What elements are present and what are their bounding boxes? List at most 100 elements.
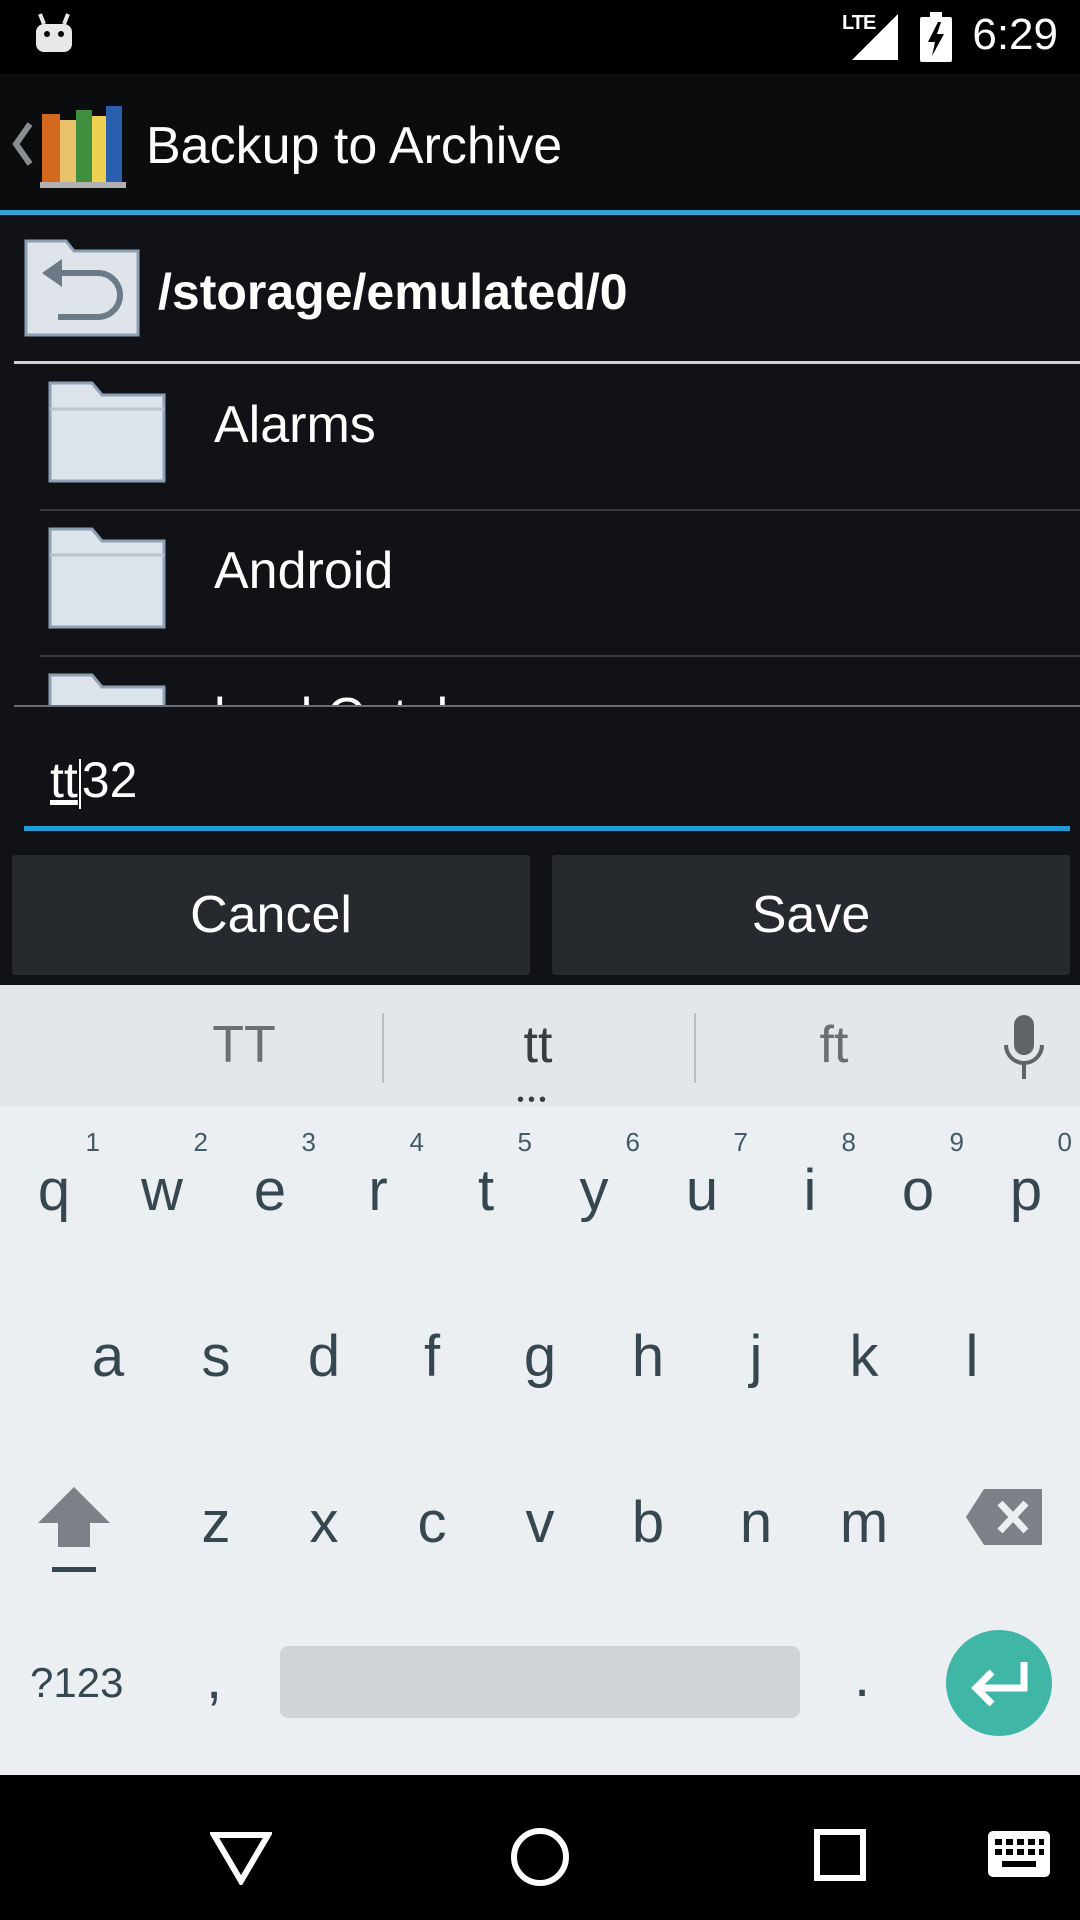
app-books-icon[interactable] xyxy=(40,100,126,188)
soft-keyboard: TT tt ••• ft 1q 2w 3e 4r 5t 6y 7u 8i 9o … xyxy=(0,985,1080,1775)
suggestion-2[interactable]: tt xyxy=(438,1015,638,1075)
key-hint: 8 xyxy=(841,1127,856,1157)
folder-name: Alarms xyxy=(214,396,376,454)
cancel-button[interactable]: Cancel xyxy=(12,855,530,975)
key-i[interactable]: 8i xyxy=(756,1107,864,1257)
key-hint: 3 xyxy=(301,1127,316,1157)
page-title: Backup to Archive xyxy=(146,117,563,175)
key-h[interactable]: h xyxy=(594,1273,702,1423)
android-debug-icon xyxy=(36,13,72,52)
key-o[interactable]: 9o xyxy=(864,1107,972,1257)
key-hint: 5 xyxy=(517,1127,532,1157)
key-hint: 0 xyxy=(1057,1127,1072,1157)
key-j[interactable]: j xyxy=(702,1273,810,1423)
folder-icon xyxy=(48,527,166,629)
key-z[interactable]: z xyxy=(162,1439,270,1589)
key-label: v xyxy=(525,1490,555,1555)
save-button[interactable]: Save xyxy=(552,855,1070,975)
file-list[interactable]: Alarms Android bookCatalogue xyxy=(0,365,1080,705)
path-underline xyxy=(14,361,1080,364)
key-label: z xyxy=(201,1490,231,1555)
suggestion-divider xyxy=(694,1013,696,1083)
key-label: f xyxy=(423,1324,441,1389)
key-label: b xyxy=(631,1490,665,1555)
microphone-icon[interactable] xyxy=(1002,1015,1046,1085)
filename-input[interactable]: tt32 xyxy=(24,735,1070,831)
status-bar: LTE 6:29 xyxy=(0,0,1080,74)
keyboard-switch-icon[interactable] xyxy=(988,1831,1050,1877)
key-label: j xyxy=(749,1324,763,1389)
key-c[interactable]: c xyxy=(378,1439,486,1589)
key-q[interactable]: 1q xyxy=(0,1107,108,1257)
key-label: h xyxy=(631,1324,665,1389)
folder-name: bookCatalogue xyxy=(214,687,564,705)
key-label: r xyxy=(368,1158,388,1223)
key-label: i xyxy=(803,1158,817,1223)
key-label: y xyxy=(579,1158,609,1223)
clock: 6:29 xyxy=(972,10,1058,59)
key-d[interactable]: d xyxy=(270,1273,378,1423)
key-u[interactable]: 7u xyxy=(648,1107,756,1257)
file-dialog: /storage/emulated/0 Alarms Android bookC… xyxy=(0,215,1080,985)
shift-icon[interactable] xyxy=(36,1485,112,1577)
key-label: x xyxy=(309,1490,339,1555)
back-icon[interactable] xyxy=(12,122,34,166)
key-label: e xyxy=(253,1158,287,1223)
key-v[interactable]: v xyxy=(486,1439,594,1589)
suggestion-strip: TT tt ••• ft xyxy=(0,985,1080,1111)
backspace-icon[interactable] xyxy=(966,1489,1042,1545)
key-label: u xyxy=(685,1158,719,1223)
symbols-key[interactable]: ?123 xyxy=(30,1659,123,1707)
navigation-bar xyxy=(0,1775,1080,1920)
enter-key[interactable] xyxy=(946,1630,1052,1736)
key-k[interactable]: k xyxy=(810,1273,918,1423)
list-item[interactable]: Android xyxy=(40,511,1080,657)
key-y[interactable]: 6y xyxy=(540,1107,648,1257)
space-key[interactable] xyxy=(280,1646,800,1718)
folder-name: Android xyxy=(214,542,394,600)
key-hint: 7 xyxy=(733,1127,748,1157)
key-b[interactable]: b xyxy=(594,1439,702,1589)
key-label: m xyxy=(839,1490,889,1555)
key-p[interactable]: 0p xyxy=(972,1107,1080,1257)
key-g[interactable]: g xyxy=(486,1273,594,1423)
key-x[interactable]: x xyxy=(270,1439,378,1589)
key-n[interactable]: n xyxy=(702,1439,810,1589)
after-cursor-text: 32 xyxy=(81,752,138,808)
parent-folder-icon[interactable] xyxy=(24,233,142,337)
key-label: n xyxy=(739,1490,773,1555)
recents-nav-icon[interactable] xyxy=(814,1829,866,1881)
key-l[interactable]: l xyxy=(918,1273,1026,1423)
key-label: o xyxy=(901,1158,935,1223)
list-item[interactable]: bookCatalogue xyxy=(40,657,1080,705)
suggestion-3[interactable]: ft xyxy=(734,1015,934,1075)
key-e[interactable]: 3e xyxy=(216,1107,324,1257)
key-m[interactable]: m xyxy=(810,1439,918,1589)
list-item[interactable]: Alarms xyxy=(40,365,1080,511)
key-w[interactable]: 2w xyxy=(108,1107,216,1257)
key-label: q xyxy=(37,1158,71,1223)
key-f[interactable]: f xyxy=(378,1273,486,1423)
current-path: /storage/emulated/0 xyxy=(158,264,628,320)
key-s[interactable]: s xyxy=(162,1273,270,1423)
key-label: g xyxy=(523,1324,557,1389)
battery-charging-icon xyxy=(920,12,952,62)
key-r[interactable]: 4r xyxy=(324,1107,432,1257)
comma-key[interactable]: , xyxy=(206,1645,222,1712)
filename-value[interactable]: tt32 xyxy=(50,751,137,809)
action-bar: Backup to Archive xyxy=(0,74,1080,212)
suggestion-divider xyxy=(382,1013,384,1083)
key-t[interactable]: 5t xyxy=(432,1107,540,1257)
key-label: s xyxy=(201,1324,231,1389)
composing-text: tt xyxy=(50,752,78,808)
enter-icon xyxy=(971,1662,1028,1706)
key-hint: 1 xyxy=(85,1127,100,1157)
home-nav-icon[interactable] xyxy=(510,1827,570,1887)
key-label: w xyxy=(141,1158,183,1223)
list-bottom-divider xyxy=(14,705,1080,707)
period-key[interactable]: . xyxy=(854,1643,870,1710)
suggestion-1[interactable]: TT xyxy=(144,1015,344,1075)
key-a[interactable]: a xyxy=(54,1273,162,1423)
key-label: d xyxy=(307,1324,341,1389)
back-nav-icon[interactable] xyxy=(210,1831,272,1885)
